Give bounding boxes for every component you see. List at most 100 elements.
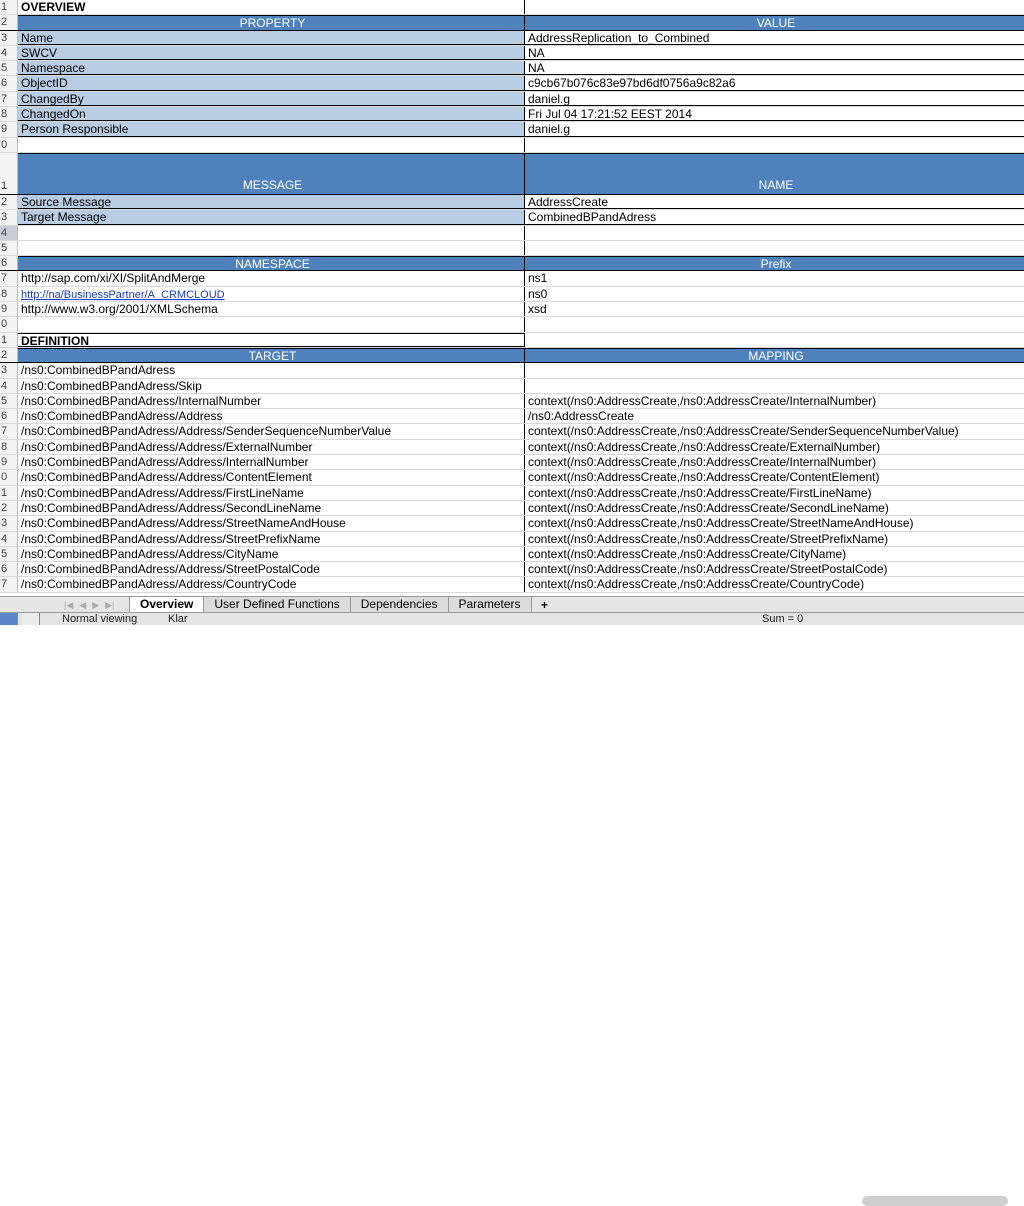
section-title[interactable]: DEFINITION [18, 332, 525, 347]
page-layout-icon[interactable] [22, 613, 40, 625]
properties-key-cell[interactable]: Person Responsible [18, 122, 525, 137]
namespaces-key-cell[interactable]: http://na/BusinessPartner/A_CRMCLOUD [18, 286, 525, 302]
definitions-key-cell[interactable]: /ns0:CombinedBPandAdress/Address/Country… [18, 577, 525, 592]
cell[interactable] [525, 226, 1024, 240]
definitions-key-cell[interactable]: /ns0:CombinedBPandAdress/Address/SecondL… [18, 500, 525, 516]
definitions-value-cell[interactable]: context(/ns0:AddressCreate,/ns0:AddressC… [525, 440, 1024, 454]
properties-value-cell[interactable]: NA [525, 46, 1024, 61]
definitions-key-cell[interactable]: /ns0:CombinedBPandAdress/Address [18, 409, 525, 424]
definitions-value-cell[interactable]: /ns0:AddressCreate [525, 409, 1024, 423]
row-number[interactable]: 8 [0, 439, 18, 455]
header-cell-message[interactable]: MESSAGE [18, 152, 525, 194]
messages-key-cell[interactable]: Target Message [18, 210, 525, 225]
definitions-key-cell[interactable]: /ns0:CombinedBPandAdress/Address/FirstLi… [18, 485, 525, 500]
namespaces-key-cell[interactable]: http://sap.com/xi/XI/SplitAndMerge [18, 271, 525, 286]
first-sheet-icon[interactable]: |◀ [64, 600, 73, 611]
row-number[interactable]: 2 [0, 15, 18, 30]
cell[interactable] [525, 241, 1024, 255]
sum-label[interactable]: Sum = 0 [762, 613, 803, 625]
row-number[interactable]: 5 [0, 393, 18, 409]
definitions-value-cell[interactable]: context(/ns0:AddressCreate,/ns0:AddressC… [525, 577, 1024, 591]
row-number[interactable]: 8 [0, 286, 18, 302]
row-number[interactable]: 1 [0, 485, 18, 500]
row-number[interactable]: 4 [0, 378, 18, 393]
header-cell-property[interactable]: PROPERTY [18, 15, 525, 30]
cell[interactable] [525, 333, 1024, 347]
namespaces-key-cell[interactable]: http://www.w3.org/2001/XMLSchema [18, 302, 525, 317]
definitions-key-cell[interactable]: /ns0:CombinedBPandAdress/Address/Externa… [18, 439, 525, 455]
properties-value-cell[interactable]: daniel.g [525, 92, 1024, 107]
row-number[interactable]: 5 [0, 61, 18, 76]
row-number[interactable]: 6 [0, 256, 18, 271]
definitions-value-cell[interactable] [525, 379, 1024, 393]
row-number[interactable]: 9 [0, 302, 18, 317]
definitions-value-cell[interactable]: context(/ns0:AddressCreate,/ns0:AddressC… [525, 470, 1024, 484]
definitions-value-cell[interactable] [525, 363, 1024, 377]
row-number[interactable]: 2 [0, 500, 18, 516]
cell[interactable] [18, 225, 525, 240]
row-number[interactable]: 5 [0, 240, 18, 256]
sheet-tab[interactable]: Dependencies [349, 597, 449, 613]
prev-sheet-icon[interactable]: ◀ [79, 600, 86, 611]
cell[interactable] [18, 317, 525, 332]
row-number[interactable]: 0 [0, 137, 18, 152]
row-number[interactable]: 7 [0, 424, 18, 439]
row-number[interactable]: 3 [0, 210, 18, 225]
hyperlink[interactable]: http://na/BusinessPartner/A_CRMCLOUD [21, 289, 225, 301]
definitions-key-cell[interactable]: /ns0:CombinedBPandAdress/Address/CityNam… [18, 546, 525, 562]
next-sheet-icon[interactable]: ▶ [92, 600, 99, 611]
properties-value-cell[interactable]: AddressReplication_to_Combined [525, 31, 1024, 45]
sheet-tab[interactable]: Overview [129, 597, 205, 613]
header-cell-mapping[interactable]: MAPPING [525, 347, 1024, 363]
definitions-value-cell[interactable]: context(/ns0:AddressCreate,/ns0:AddressC… [525, 455, 1024, 469]
row-number[interactable]: 6 [0, 76, 18, 91]
cell[interactable] [525, 317, 1024, 331]
definitions-key-cell[interactable]: /ns0:CombinedBPandAdress/Address/StreetP… [18, 562, 525, 577]
row-number[interactable]: 5 [0, 546, 18, 562]
row-number[interactable]: 7 [0, 271, 18, 286]
definitions-key-cell[interactable]: /ns0:CombinedBPandAdress/Address/SenderS… [18, 424, 525, 439]
row-number[interactable]: 1 [0, 0, 18, 15]
properties-value-cell[interactable]: NA [525, 61, 1024, 76]
definitions-key-cell[interactable]: /ns0:CombinedBPandAdress/Address/Content… [18, 470, 525, 485]
last-sheet-icon[interactable]: ▶| [105, 600, 114, 611]
sheet-nav-arrows[interactable]: |◀ ◀ ▶ ▶| [0, 597, 130, 613]
properties-key-cell[interactable]: Name [18, 30, 525, 45]
properties-value-cell[interactable]: Fri Jul 04 17:21:52 EEST 2014 [525, 107, 1024, 122]
namespaces-value-cell[interactable]: ns1 [525, 271, 1024, 285]
definitions-key-cell[interactable]: /ns0:CombinedBPandAdress/Address/StreetP… [18, 531, 525, 546]
header-cell-namespace[interactable]: NAMESPACE [18, 256, 525, 271]
definitions-key-cell[interactable]: /ns0:CombinedBPandAdress/InternalNumber [18, 393, 525, 409]
definitions-key-cell[interactable]: /ns0:CombinedBPandAdress/Skip [18, 378, 525, 393]
row-number[interactable]: 4 [0, 225, 18, 240]
row-number[interactable]: 8 [0, 107, 18, 122]
definitions-value-cell[interactable]: context(/ns0:AddressCreate,/ns0:AddressC… [525, 394, 1024, 408]
header-cell-target[interactable]: TARGET [18, 347, 525, 363]
definitions-key-cell[interactable]: /ns0:CombinedBPandAdress/Address/Interna… [18, 455, 525, 470]
cell[interactable] [525, 0, 1024, 14]
cell[interactable] [18, 137, 525, 152]
definitions-value-cell[interactable]: context(/ns0:AddressCreate,/ns0:AddressC… [525, 486, 1024, 500]
sheet-tab[interactable]: Parameters [447, 597, 532, 613]
properties-value-cell[interactable]: daniel.g [525, 122, 1024, 137]
row-number[interactable]: 0 [0, 317, 18, 332]
row-number[interactable]: 9 [0, 122, 18, 137]
row-number[interactable]: 6 [0, 409, 18, 424]
definitions-value-cell[interactable]: context(/ns0:AddressCreate,/ns0:AddressC… [525, 424, 1024, 438]
row-number[interactable]: 6 [0, 562, 18, 577]
horizontal-scrollbar[interactable] [862, 1196, 1008, 1206]
messages-key-cell[interactable]: Source Message [18, 194, 525, 210]
normal-view-icon[interactable] [0, 613, 18, 625]
row-number[interactable]: 2 [0, 194, 18, 210]
definitions-value-cell[interactable]: context(/ns0:AddressCreate,/ns0:AddressC… [525, 532, 1024, 546]
row-number[interactable]: 9 [0, 455, 18, 470]
row-number[interactable]: 3 [0, 363, 18, 378]
add-sheet-button[interactable]: + [536, 598, 554, 612]
row-number[interactable]: 3 [0, 30, 18, 45]
row-number[interactable]: 1 [0, 332, 18, 347]
header-cell-prefix[interactable]: Prefix [525, 256, 1024, 271]
sheet-tab[interactable]: User Defined Functions [203, 597, 351, 613]
cell[interactable] [525, 138, 1024, 152]
row-number[interactable]: 1 [0, 152, 18, 194]
row-number[interactable]: 0 [0, 470, 18, 485]
